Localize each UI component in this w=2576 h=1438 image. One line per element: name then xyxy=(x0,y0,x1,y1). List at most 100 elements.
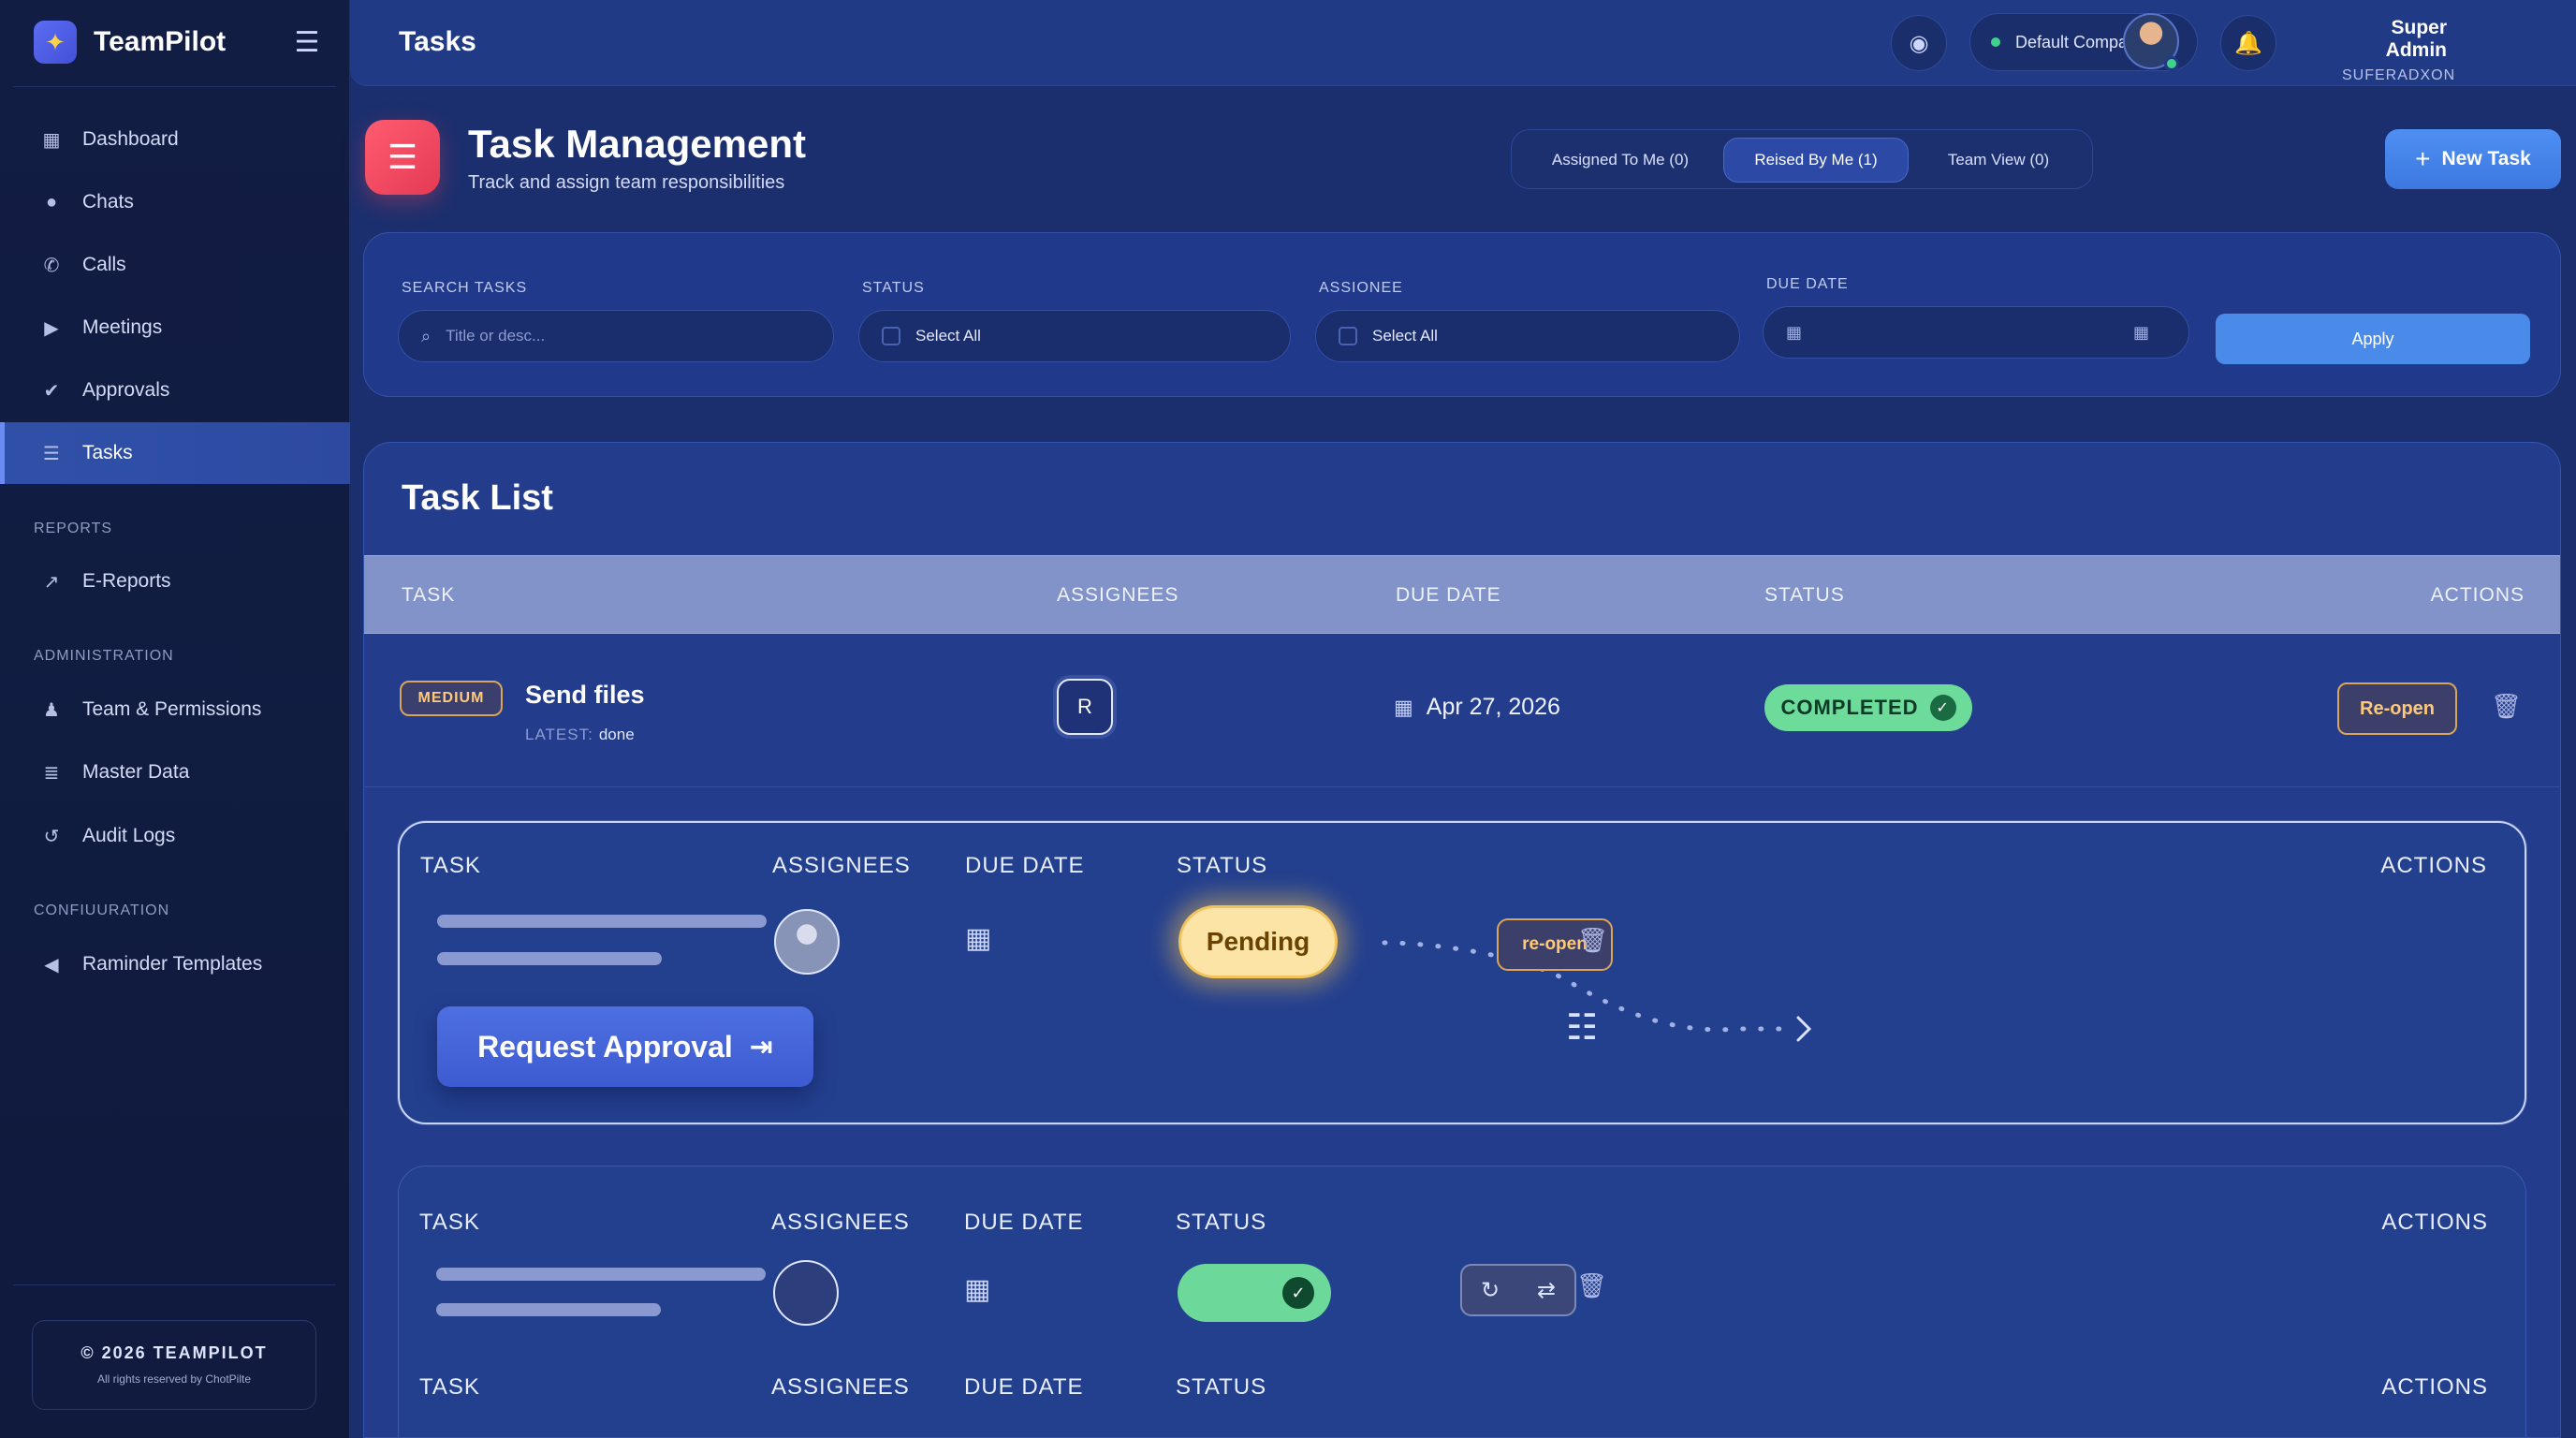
user-role: SUFERADXON xyxy=(2342,67,2456,83)
status-value: Select All xyxy=(915,327,981,345)
phone-icon: ✆ xyxy=(43,255,60,276)
column-status: STATUS xyxy=(1176,1374,1267,1400)
reopen-button[interactable]: Re-open xyxy=(2337,682,2457,735)
new-task-button[interactable]: + New Task xyxy=(2385,129,2561,189)
latest-label: LATEST: xyxy=(525,726,593,743)
table-header: TASK ASSIGNEES DUE DATE STATUS ACTIONS xyxy=(364,555,2560,634)
sidebar-item-label: Approvals xyxy=(82,379,170,401)
apply-button[interactable]: Apply xyxy=(2216,314,2530,364)
sidebar-footer: © 2026 TEAMPILOT All rights reserved by … xyxy=(32,1320,316,1410)
sidebar-item-label: E-Reports xyxy=(82,570,171,592)
section-admin-label: ADMINISTRATION xyxy=(34,648,174,664)
online-status-dot xyxy=(2164,56,2179,71)
trash-icon[interactable]: 🗑 xyxy=(1576,1271,1607,1300)
column-due-date: DUE DATE xyxy=(964,1210,1084,1235)
sidebar-item-tasks[interactable]: ☰ Tasks xyxy=(0,422,350,484)
status-dot xyxy=(1991,37,2000,47)
task-list-card: Task List TASK ASSIGNEES DUE DATE STATUS… xyxy=(363,442,2561,1438)
app-name: TeamPilot xyxy=(94,26,227,57)
status-toggle[interactable]: ✓ xyxy=(1178,1264,1331,1322)
sidebar-item-reminder-templates[interactable]: ◀ Raminder Templates xyxy=(0,933,350,995)
sidebar-item-label: Tasks xyxy=(82,442,133,463)
sidebar-item-label: Meetings xyxy=(82,316,163,338)
select-all-checkbox[interactable] xyxy=(1339,327,1357,345)
bell-icon[interactable]: 🔔 xyxy=(2220,15,2276,71)
avatar-placeholder xyxy=(773,1260,839,1326)
arrow-right-icon: ⇥ xyxy=(749,1031,773,1063)
page-subtitle: Track and assign team responsibilities xyxy=(468,172,785,193)
select-all-checkbox[interactable] xyxy=(882,327,900,345)
page-heading: Task Management xyxy=(468,122,806,166)
skeleton-task-card: TASK ASSIGNEES DUE DATE STATUS ACTIONS ▦… xyxy=(398,821,2526,1124)
sidebar-item-e-reports[interactable]: ↗ E-Reports xyxy=(0,550,350,612)
sidebar-item-approvals[interactable]: ✔ Approvals xyxy=(0,360,350,421)
calendar-icon: ▦ xyxy=(964,1274,991,1305)
action-icon-group: ↻ ⇄ xyxy=(1460,1264,1576,1316)
filter-panel: SEARCH TASKS ⌕ Title or desc... STATUS S… xyxy=(363,232,2561,397)
column-assignees: ASSIGNEES xyxy=(771,1210,910,1235)
footer-copyright: © 2026 TEAMPILOT xyxy=(80,1343,268,1362)
task-list-icon: ☰ xyxy=(365,120,440,195)
column-actions: ACTIONS xyxy=(2430,584,2525,606)
sidebar-item-master-data[interactable]: ≣ Master Data xyxy=(0,741,350,803)
plus-icon: + xyxy=(2415,144,2431,173)
teampilot-logo-icon[interactable]: ✦ xyxy=(34,21,77,64)
column-status: STATUS xyxy=(1176,1210,1267,1235)
table-row[interactable]: MEDIUM Send files LATEST: done R ▦ Apr 27… xyxy=(364,634,2560,787)
status-select[interactable]: Select All xyxy=(858,310,1291,362)
calendar-icon: ▦ xyxy=(1394,695,1413,719)
column-due-date: DUE DATE xyxy=(1396,584,1501,606)
trash-icon[interactable]: 🗑 xyxy=(1577,926,1608,955)
request-approval-button[interactable]: Request Approval ⇥ xyxy=(437,1006,813,1087)
check-icon: ✔ xyxy=(43,380,60,402)
tab-team-view[interactable]: Team View (0) xyxy=(1916,138,2081,183)
tab-assigned-to-me[interactable]: Assigned To Me (0) xyxy=(1525,138,1716,183)
assignee-avatar[interactable]: R xyxy=(1057,679,1113,735)
video-icon: ▶ xyxy=(44,317,59,339)
chart-icon: ↗ xyxy=(43,571,60,593)
section-reports-label: REPORTS xyxy=(34,521,113,536)
skeleton-line xyxy=(436,1303,661,1316)
calendar-icon: ▦ xyxy=(1786,322,1803,342)
assignee-select[interactable]: Select All xyxy=(1315,310,1740,362)
status-label: STATUS xyxy=(862,280,925,296)
palette-icon[interactable]: ◉ xyxy=(1891,15,1947,71)
column-assignees: ASSIGNEES xyxy=(771,1374,910,1400)
due-date-input[interactable]: ▦ ▦ xyxy=(1763,306,2189,359)
swap-icon[interactable]: ⇄ xyxy=(1537,1277,1556,1304)
search-label: SEARCH TASKS xyxy=(402,280,528,296)
sidebar-item-chats[interactable]: ● Chats xyxy=(0,171,350,233)
check-circle-icon: ✓ xyxy=(1929,695,1956,721)
status-text: COMPLETED xyxy=(1780,696,1919,719)
column-status: STATUS xyxy=(1764,584,1845,606)
trash-icon[interactable]: 🗑 xyxy=(2491,692,2522,721)
checklist-icon[interactable]: ☷ xyxy=(1566,1006,1598,1049)
refresh-icon[interactable]: ↻ xyxy=(1481,1277,1500,1304)
due-date: ▦ Apr 27, 2026 xyxy=(1394,694,1560,721)
sidebar-item-label: Team & Permissions xyxy=(82,698,262,720)
column-actions: ACTIONS xyxy=(2381,1374,2488,1400)
task-name[interactable]: Send files xyxy=(525,681,645,710)
calendar-icon[interactable]: ▦ xyxy=(2133,323,2149,343)
column-due-date: DUE DATE xyxy=(964,1374,1084,1400)
divider xyxy=(13,86,336,87)
column-actions: ACTIONS xyxy=(2381,1210,2488,1235)
sidebar-item-dashboard[interactable]: ▦ Dashboard xyxy=(0,109,350,170)
sidebar-item-label: Raminder Templates xyxy=(82,953,263,975)
tab-raised-by-me[interactable]: Reised By Me (1) xyxy=(1723,138,1909,183)
search-input[interactable]: ⌕ Title or desc... xyxy=(398,310,834,362)
sidebar-item-label: Dashboard xyxy=(82,128,179,150)
user-info[interactable]: Super Admin SUFERADXON xyxy=(2342,17,2529,84)
sidebar-item-team-permissions[interactable]: ♟ Team & Permissions xyxy=(0,679,350,741)
sidebar-toggle-icon[interactable]: ☰ xyxy=(290,25,324,59)
sidebar-item-audit-logs[interactable]: ↺ Audit Logs xyxy=(0,805,350,867)
column-task: TASK xyxy=(402,584,456,606)
users-icon: ♟ xyxy=(43,699,60,721)
user-name: Super Admin xyxy=(2385,17,2447,61)
sidebar-item-calls[interactable]: ✆ Calls xyxy=(0,234,350,296)
task-list-title: Task List xyxy=(402,478,553,518)
sidebar-item-meetings[interactable]: ▶ Meetings xyxy=(0,297,350,359)
section-config-label: CONFIUURATION xyxy=(34,902,170,918)
divider xyxy=(13,1284,336,1285)
column-task: TASK xyxy=(419,1210,480,1235)
